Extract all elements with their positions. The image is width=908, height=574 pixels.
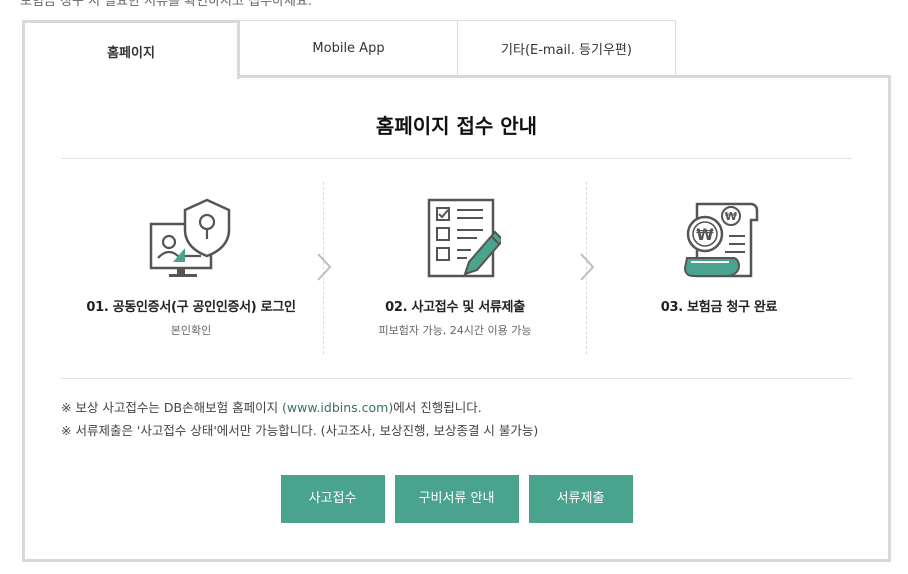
- step-2-subtitle: 피보험자 가능, 24시간 이용 가능: [378, 324, 532, 337]
- panel-title: 홈페이지 접수 안내: [375, 114, 538, 138]
- content-panel: 홈페이지 접수 안내 01. 공동인증서(구 공인인증서) 로그인 본인확인 0…: [22, 75, 891, 562]
- tab-etc[interactable]: 기타(E-mail. 등기우편): [458, 20, 676, 76]
- action-buttons: 사고접수 구비서류 안내 서류제출: [25, 475, 888, 523]
- divider: [61, 378, 852, 379]
- note-line-1: ※ 보상 사고접수는 DB손해보험 홈페이지 (www.idbins.com)에…: [61, 396, 538, 419]
- step-1-title: 01. 공동인증서(구 공인인증서) 로그인: [86, 300, 296, 315]
- note-1-prefix: ※ 보상 사고접수는 DB손해보험 홈페이지: [61, 400, 283, 415]
- step-3-title: 03. 보험금 청구 완료: [660, 300, 778, 315]
- notes: ※ 보상 사고접수는 DB손해보험 홈페이지 (www.idbins.com)에…: [61, 396, 538, 442]
- submit-documents-button[interactable]: 서류제출: [528, 475, 633, 523]
- step-1: 01. 공동인증서(구 공인인증서) 로그인 본인확인: [61, 182, 321, 352]
- svg-text:₩: ₩: [725, 210, 737, 223]
- step-2-title: 02. 사고접수 및 서류제출: [385, 300, 525, 315]
- step-3: ₩ ₩ 03. 보험금 청구 완료: [589, 182, 849, 352]
- won-receipt-icon: ₩ ₩: [683, 202, 759, 278]
- checklist-pen-icon: [427, 198, 501, 278]
- homepage-link[interactable]: (www.idbins.com): [282, 400, 393, 415]
- tab-mobile-app[interactable]: Mobile App: [240, 20, 458, 76]
- accident-report-button[interactable]: 사고접수: [280, 475, 385, 523]
- note-1-suffix: 에서 진행됩니다.: [393, 400, 482, 415]
- svg-text:₩: ₩: [696, 225, 714, 244]
- top-cut-text: 보험금 청구 시 필요한 서류를 확인하시고 접수하세요.: [20, 0, 313, 9]
- required-documents-button[interactable]: 구비서류 안내: [394, 475, 519, 523]
- tab-homepage[interactable]: 홈페이지: [22, 20, 240, 79]
- divider: [61, 158, 852, 159]
- step-2: 02. 사고접수 및 서류제출 피보험자 가능, 24시간 이용 가능: [325, 182, 585, 352]
- step-1-subtitle: 본인확인: [170, 324, 212, 337]
- note-line-2: ※ 서류제출은 '사고접수 상태'에서만 가능합니다. (사고조사, 보상진행,…: [61, 423, 539, 438]
- certificate-monitor-icon: [149, 198, 231, 277]
